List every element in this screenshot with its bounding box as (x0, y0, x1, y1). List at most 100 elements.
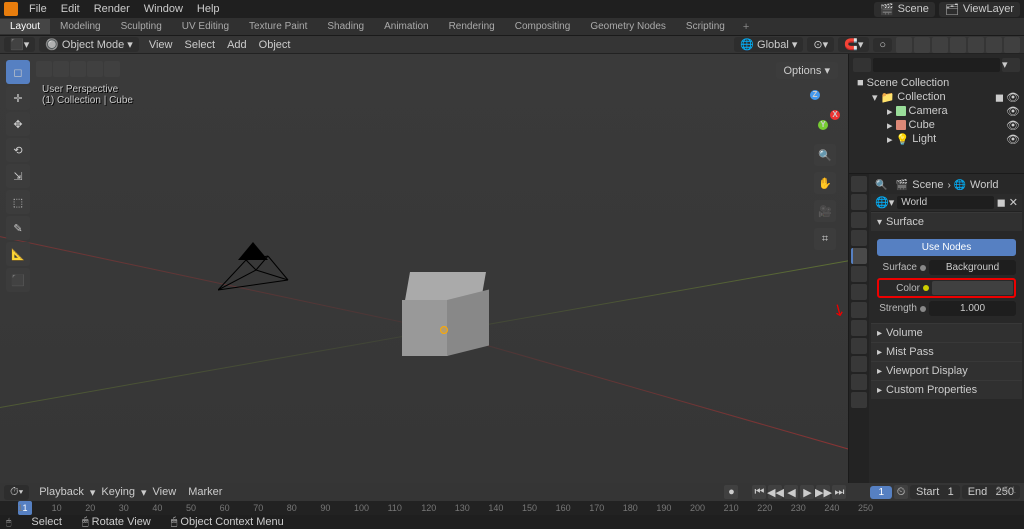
workspace-tab-sculpting[interactable]: Sculpting (111, 19, 172, 34)
orientation-dropdown[interactable]: 🌐Global▾ (734, 37, 803, 52)
timeline-view[interactable]: View (147, 486, 183, 498)
ptab-scene[interactable] (851, 230, 867, 246)
x-axis-icon[interactable]: X (830, 110, 840, 120)
surface-value-dropdown[interactable]: Background (929, 260, 1016, 275)
use-nodes-button[interactable]: Use Nodes (877, 239, 1016, 256)
z-axis-icon[interactable]: Z (810, 90, 820, 100)
menu-help[interactable]: Help (190, 3, 227, 15)
ptab-viewlayer[interactable] (851, 212, 867, 228)
xray-toggle[interactable] (932, 37, 948, 53)
outliner-filter-dropdown[interactable]: ▾ (1002, 58, 1020, 72)
ptab-modifiers[interactable] (851, 284, 867, 300)
ptab-object[interactable] (851, 266, 867, 282)
vp-btn-2[interactable] (53, 61, 69, 77)
toolbar-select[interactable]: Select (178, 39, 221, 51)
vp-btn-1[interactable] (36, 61, 52, 77)
timeline-keying[interactable]: Keying (95, 486, 141, 498)
ptab-render[interactable] (851, 176, 867, 192)
scene-selector[interactable]: 🎬Scene (874, 2, 935, 17)
pan-tool[interactable]: ✋ (814, 172, 836, 194)
jump-end-button[interactable]: ⏭ (832, 485, 846, 499)
timeline-playback[interactable]: Playback (33, 486, 90, 498)
start-frame-input[interactable]: Start 1 (910, 485, 960, 499)
vp-btn-5[interactable] (104, 61, 120, 77)
transform-tool[interactable]: ⬚ (6, 190, 30, 214)
ptab-material[interactable] (851, 374, 867, 390)
color-swatch[interactable] (932, 281, 1013, 295)
volume-panel-header[interactable]: ▸ Volume (871, 324, 1022, 342)
autokeying-button[interactable]: ● (724, 485, 738, 499)
keyframe-prev-button[interactable]: ◀◀ (768, 485, 782, 499)
jump-start-button[interactable]: ⏮ (752, 485, 766, 499)
workspace-tab-shading[interactable]: Shading (317, 19, 374, 34)
gizmo-toggle[interactable] (896, 37, 912, 53)
timeline-marker[interactable]: Marker (182, 486, 228, 498)
shading-rendered[interactable] (1004, 37, 1020, 53)
viewport-display-panel-header[interactable]: ▸ Viewport Display (871, 362, 1022, 380)
vp-btn-4[interactable] (87, 61, 103, 77)
shading-solid[interactable] (968, 37, 984, 53)
menu-render[interactable]: Render (87, 3, 137, 15)
move-tool[interactable]: ✥ (6, 112, 30, 136)
y-axis-icon[interactable]: Y (818, 120, 828, 130)
outliner-collection[interactable]: ▾ 📁 Collection◼👁 (857, 90, 1020, 104)
keyframe-next-button[interactable]: ▶▶ (816, 485, 830, 499)
world-selector[interactable]: 🌐▾ World ◼ ✕ (871, 194, 1022, 212)
workspace-tab-texture[interactable]: Texture Paint (239, 19, 317, 34)
3d-viewport[interactable]: ◻ ✛ ✥ ⟲ ⇲ ⬚ ✎ 📐 ⬛ User Perspective (1) C… (0, 54, 848, 483)
mist-panel-header[interactable]: ▸ Mist Pass (871, 343, 1022, 361)
proportional-dropdown[interactable]: ○ (873, 38, 892, 52)
workspace-tab-layout[interactable]: Layout (0, 19, 50, 34)
shading-material[interactable] (986, 37, 1002, 53)
select-box-tool[interactable]: ◻ (6, 60, 30, 84)
overlay-toggle[interactable] (914, 37, 930, 53)
menu-file[interactable]: File (22, 3, 54, 15)
outliner-cube[interactable]: ▸ Cube👁 (857, 118, 1020, 132)
camera-view-tool[interactable]: 🎥 (814, 200, 836, 222)
ptab-world[interactable] (851, 248, 867, 264)
outliner-camera[interactable]: ▸ Camera👁 (857, 104, 1020, 118)
measure-tool[interactable]: 📐 (6, 242, 30, 266)
outliner-search[interactable] (873, 58, 1000, 72)
current-frame-input[interactable]: 1 (870, 486, 892, 499)
add-cube-tool[interactable]: ⬛ (6, 268, 30, 292)
outliner-scene-collection[interactable]: ■ Scene Collection (857, 76, 1020, 90)
viewlayer-selector[interactable]: 🗂ViewLayer (939, 2, 1020, 17)
ptab-particles[interactable] (851, 302, 867, 318)
workspace-tab-geonodes[interactable]: Geometry Nodes (580, 19, 676, 34)
zoom-tool[interactable]: 🔍 (814, 144, 836, 166)
cube-object[interactable] (402, 272, 488, 358)
play-button[interactable]: ▶ (800, 485, 814, 499)
ptab-texture[interactable] (851, 392, 867, 408)
strength-value[interactable]: 1.000 (929, 301, 1016, 316)
menu-edit[interactable]: Edit (54, 3, 87, 15)
perspective-tool[interactable]: ⌗ (814, 228, 836, 250)
pivot-dropdown[interactable]: ⊙▾ (807, 37, 834, 52)
toolbar-view[interactable]: View (143, 39, 179, 51)
play-reverse-button[interactable]: ◀ (784, 485, 798, 499)
shading-wireframe[interactable] (950, 37, 966, 53)
workspace-tab-uv[interactable]: UV Editing (172, 19, 239, 34)
timeline-track[interactable]: 1 11020304050607080901001101201301401501… (0, 501, 1024, 515)
surface-panel-header[interactable]: ▾ Surface (871, 213, 1022, 231)
workspace-tab-scripting[interactable]: Scripting (676, 19, 735, 34)
workspace-tab-compositing[interactable]: Compositing (505, 19, 581, 34)
rotate-tool[interactable]: ⟲ (6, 138, 30, 162)
workspace-tab-rendering[interactable]: Rendering (439, 19, 505, 34)
ptab-physics[interactable] (851, 320, 867, 336)
mode-dropdown[interactable]: 🔘Object Mode▾ (39, 37, 139, 52)
workspace-tab-modeling[interactable]: Modeling (50, 19, 111, 34)
camera-object[interactable] (218, 242, 298, 302)
snap-dropdown[interactable]: 🧲▾ (838, 37, 869, 52)
ptab-output[interactable] (851, 194, 867, 210)
viewport-options-button[interactable]: Options ▾ (776, 62, 839, 79)
annotate-tool[interactable]: ✎ (6, 216, 30, 240)
custom-props-panel-header[interactable]: ▸ Custom Properties (871, 381, 1022, 399)
outliner-light[interactable]: ▸ 💡 Light👁 (857, 132, 1020, 146)
navigation-gizmo[interactable]: Z X Y (796, 90, 836, 130)
add-workspace-button[interactable]: + (735, 21, 757, 33)
editor-type-dropdown[interactable]: ⬛▾ (4, 37, 35, 52)
preview-range-button[interactable]: ⏲ (894, 485, 908, 499)
scale-tool[interactable]: ⇲ (6, 164, 30, 188)
toolbar-add[interactable]: Add (221, 39, 253, 51)
